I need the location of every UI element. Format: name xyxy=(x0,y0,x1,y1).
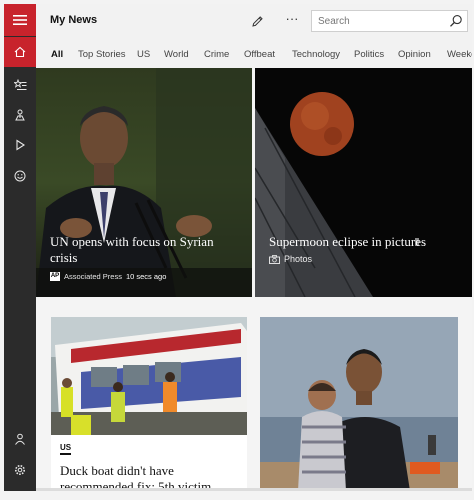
video-icon xyxy=(16,139,26,151)
source-logo: AP xyxy=(50,272,60,281)
story-source-row: AP Associated Press 10 secs ago xyxy=(50,272,166,281)
nav-favorites-button[interactable] xyxy=(4,70,36,100)
search-box xyxy=(311,10,468,32)
app-header: My News ··· xyxy=(36,4,472,40)
source-name: Associated Press xyxy=(64,272,122,281)
search-icon[interactable] xyxy=(449,14,463,28)
nav-entertainment-button[interactable] xyxy=(4,161,36,191)
story-title[interactable]: UN opens with focus on Syrian crisis xyxy=(50,234,240,266)
tab-politics[interactable]: Politics xyxy=(354,49,384,60)
places-icon xyxy=(15,109,25,121)
story-type-row: Photos xyxy=(269,254,312,264)
tab-us[interactable]: US xyxy=(137,49,150,60)
tab-crime[interactable]: Crime xyxy=(204,49,229,60)
tab-all[interactable]: All xyxy=(51,49,63,60)
story-title[interactable]: Duck boat didn't have recommended fix: 5… xyxy=(60,463,240,491)
story-card-un[interactable]: UN opens with focus on Syrian crisis AP … xyxy=(36,68,252,297)
tab-world[interactable]: World xyxy=(164,49,189,60)
nav-account-button[interactable] xyxy=(4,424,36,454)
tab-top-stories[interactable]: Top Stories xyxy=(78,49,126,60)
nav-places-button[interactable] xyxy=(4,100,36,130)
camera-icon xyxy=(269,254,280,264)
pencil-icon xyxy=(251,15,263,27)
tab-weekend[interactable]: Weekend xyxy=(447,49,472,60)
gear-icon xyxy=(15,465,25,475)
story-category: US xyxy=(60,443,72,455)
nav-settings-button[interactable] xyxy=(4,455,36,485)
horizontal-scrollbar[interactable] xyxy=(36,488,472,491)
tab-opinion[interactable]: Opinion xyxy=(398,49,431,60)
story-title[interactable]: Supermoon eclipse in pictures xyxy=(269,234,469,250)
nav-home-button[interactable] xyxy=(4,37,36,67)
news-app-window: My News ··· All Top Stories US World Cri… xyxy=(4,4,472,491)
nav-rail xyxy=(4,4,36,491)
edit-button[interactable] xyxy=(248,12,266,30)
category-tabs: All Top Stories US World Crime Offbeat T… xyxy=(36,40,472,68)
hamburger-icon xyxy=(13,15,27,25)
photos-label: Photos xyxy=(284,254,313,264)
tab-technology[interactable]: Technology xyxy=(292,49,340,60)
news-feed: UN opens with focus on Syrian crisis AP … xyxy=(36,68,472,491)
refugee-photo xyxy=(260,317,458,491)
story-card-refugee[interactable] xyxy=(260,317,458,491)
story-time: 10 secs ago xyxy=(125,272,167,281)
hamburger-menu-button[interactable] xyxy=(4,4,36,36)
nav-video-button[interactable] xyxy=(4,130,36,160)
home-icon xyxy=(14,46,26,58)
story-card-duck-boat[interactable]: US Duck boat didn't have recommended fix… xyxy=(51,317,247,491)
duck-boat-photo xyxy=(51,317,247,435)
tab-offbeat[interactable]: Offbeat xyxy=(244,49,275,60)
user-icon xyxy=(15,433,25,445)
more-options-button[interactable]: ··· xyxy=(282,11,302,29)
favorites-icon xyxy=(13,79,26,90)
app-title: My News xyxy=(50,14,98,26)
story-card-supermoon[interactable]: Supermoon eclipse in pictures Photos xyxy=(255,68,472,297)
smiley-icon xyxy=(14,170,26,182)
search-input[interactable] xyxy=(318,14,438,28)
